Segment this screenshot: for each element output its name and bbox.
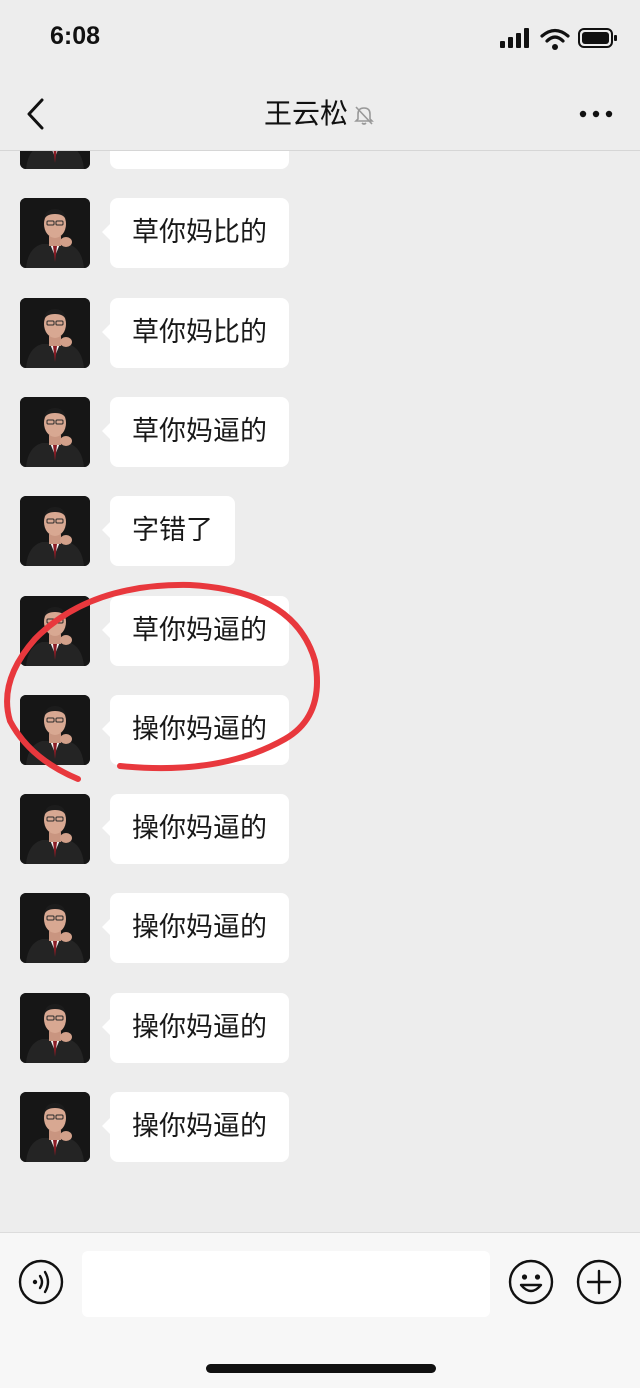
avatar-portrait-icon — [20, 151, 90, 169]
message-bubble[interactable]: 草你妈逼的 — [102, 596, 289, 666]
avatar-portrait-icon — [20, 496, 90, 566]
signal-icon — [500, 28, 529, 48]
message-bubble[interactable]: 字错了 — [102, 496, 235, 566]
status-time: 6:08 — [50, 22, 101, 50]
home-indicator[interactable] — [206, 1364, 436, 1373]
message-bubble[interactable]: 草你妈逼的 — [102, 397, 289, 467]
message-row: 草你妈比的 — [0, 198, 640, 270]
avatar-portrait-icon — [20, 794, 90, 864]
battery-icon — [578, 28, 617, 48]
message-row: 草你妈逼的 — [0, 397, 640, 469]
avatar-portrait-icon — [20, 596, 90, 666]
contact-avatar[interactable] — [20, 198, 90, 268]
message-bubble[interactable]: 操你妈逼的 — [102, 794, 289, 864]
message-bubble[interactable]: 操你妈逼的 — [102, 993, 289, 1063]
contact-avatar[interactable] — [20, 298, 90, 368]
message-bubble[interactable]: 草你妈比的 — [110, 151, 289, 169]
chat-messages: 草你妈比的 草你妈比的 草你妈逼的 字错了 草你妈逼的 操你妈逼的 操你妈逼的 … — [0, 151, 640, 1231]
avatar-portrait-icon — [20, 198, 90, 268]
avatar-portrait-icon — [20, 993, 90, 1063]
emoji-icon[interactable] — [508, 1259, 554, 1305]
chat-title-text: 王云松 — [263, 97, 348, 130]
message-row-highlighted: 字错了 — [0, 496, 640, 568]
message-bubble[interactable]: 操你妈逼的 — [102, 1092, 289, 1162]
message-row: 操你妈逼的 — [0, 993, 640, 1065]
message-row: 草你妈逼的 — [0, 596, 640, 668]
contact-avatar[interactable] — [20, 695, 90, 765]
wifi-icon — [540, 28, 570, 50]
avatar-portrait-icon — [20, 1092, 90, 1162]
chat-title: 王云松 — [0, 96, 640, 132]
contact-avatar[interactable] — [20, 893, 90, 963]
contact-avatar[interactable] — [20, 397, 90, 467]
mute-bell-icon — [354, 106, 374, 125]
avatar-portrait-icon — [20, 397, 90, 467]
avatar-portrait-icon — [20, 298, 90, 368]
contact-avatar[interactable] — [20, 496, 90, 566]
message-bubble[interactable]: 操你妈逼的 — [102, 893, 289, 963]
contact-avatar[interactable] — [20, 151, 90, 169]
avatar-portrait-icon — [20, 893, 90, 963]
message-row: 草你妈比的 — [0, 151, 640, 171]
message-row: 操你妈逼的 — [0, 1092, 640, 1164]
message-row: 草你妈比的 — [0, 298, 640, 370]
voice-icon[interactable] — [18, 1259, 64, 1305]
contact-avatar[interactable] — [20, 794, 90, 864]
message-row: 操你妈逼的 — [0, 893, 640, 965]
message-bubble[interactable]: 草你妈比的 — [102, 198, 289, 268]
status-bar: 6:08 — [0, 0, 640, 78]
plus-icon[interactable] — [576, 1259, 622, 1305]
avatar-portrait-icon — [20, 695, 90, 765]
message-input[interactable] — [82, 1251, 490, 1317]
contact-avatar[interactable] — [20, 993, 90, 1063]
message-row: 操你妈逼的 — [0, 794, 640, 866]
message-bubble[interactable]: 草你妈比的 — [102, 298, 289, 368]
contact-avatar[interactable] — [20, 1092, 90, 1162]
contact-avatar[interactable] — [20, 596, 90, 666]
more-options-icon[interactable] — [578, 106, 614, 122]
chat-header: 王云松 — [0, 78, 640, 151]
message-bubble[interactable]: 操你妈逼的 — [102, 695, 289, 765]
message-row: 操你妈逼的 — [0, 695, 640, 767]
